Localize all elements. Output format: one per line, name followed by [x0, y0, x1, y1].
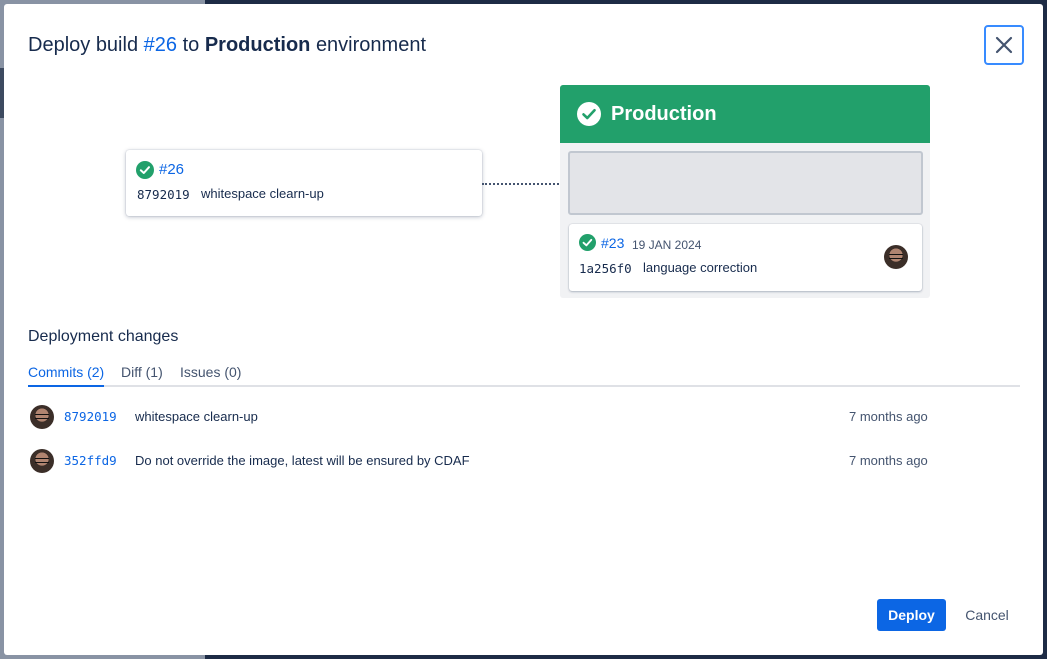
deploy-button[interactable]: Deploy	[877, 599, 946, 631]
commit-hash-link[interactable]: 352ffd9	[64, 453, 117, 468]
deploy-modal: Deploy build #26 to Production environme…	[4, 4, 1043, 655]
environment-name: Production	[611, 102, 717, 125]
commit-message: whitespace clearn-up	[135, 409, 258, 424]
cancel-button[interactable]: Cancel	[954, 599, 1020, 631]
modal-title: Deploy build #26 to Production environme…	[28, 34, 426, 57]
title-suffix: environment	[315, 34, 426, 56]
changes-tabs: Commits (2) Diff (1) Issues (0)	[28, 364, 1020, 387]
title-prefix: Deploy build	[28, 34, 139, 56]
tab-issues[interactable]: Issues (0)	[180, 364, 241, 385]
environment-header: Production	[560, 85, 930, 143]
commit-row: 352ffd9 Do not override the image, lates…	[28, 448, 948, 474]
commit-message: Do not override the image, latest will b…	[135, 453, 470, 468]
check-circle-icon	[579, 234, 596, 251]
environment-panel: Production #23 19 JAN 2024 1a256f0 langu…	[560, 85, 930, 298]
tab-commits[interactable]: Commits (2)	[28, 364, 105, 387]
avatar	[30, 405, 54, 429]
commit-row: 8792019 whitespace clearn-up 7 months ag…	[28, 404, 948, 430]
close-icon	[995, 36, 1013, 54]
build-commit-message: whitespace clearn-up	[201, 186, 324, 201]
close-button[interactable]	[984, 25, 1024, 65]
current-deployment-card[interactable]: #23 19 JAN 2024 1a256f0 language correct…	[569, 224, 922, 291]
avatar	[30, 449, 54, 473]
build-card[interactable]: #26 8792019 whitespace clearn-up	[126, 150, 482, 216]
check-circle-icon	[577, 102, 601, 126]
build-number-link[interactable]: #26	[159, 161, 184, 178]
deployment-number-link[interactable]: #23	[601, 235, 624, 251]
deployment-changes-title: Deployment changes	[28, 328, 179, 345]
deployment-date: 19 JAN 2024	[632, 238, 702, 252]
commit-hash-link[interactable]: 8792019	[64, 409, 117, 424]
title-build-link[interactable]: #26	[144, 34, 177, 56]
avatar	[884, 245, 908, 269]
tab-diff[interactable]: Diff (1)	[121, 364, 163, 385]
deployment-commit-hash: 1a256f0	[579, 261, 632, 276]
deployment-commit-message: language correction	[643, 260, 758, 275]
title-environment: Production	[204, 34, 311, 56]
commit-time: 7 months ago	[849, 409, 928, 424]
check-circle-icon	[136, 161, 154, 179]
title-mid: to	[182, 34, 200, 56]
deployment-drop-zone[interactable]	[568, 151, 923, 215]
build-commit-hash: 8792019	[137, 187, 190, 202]
commit-time: 7 months ago	[849, 453, 928, 468]
